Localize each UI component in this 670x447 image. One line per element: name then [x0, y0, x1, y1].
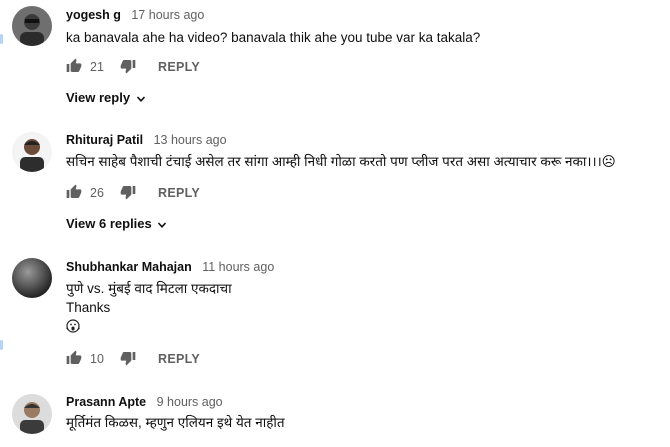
like-count: 21: [90, 60, 104, 74]
thumbs-up-icon[interactable]: [66, 184, 82, 200]
like-count: 26: [90, 186, 104, 200]
reply-button[interactable]: REPLY: [158, 60, 200, 74]
scroll-marker: [0, 34, 3, 44]
comment-text: ka banavala ahe ha video? banavala thik …: [66, 30, 481, 45]
comment-timestamp[interactable]: 13 hours ago: [154, 133, 227, 147]
comment-header: Rhituraj Patil 13 hours ago: [66, 133, 227, 147]
comment-author[interactable]: Shubhankar Mahajan: [66, 260, 192, 274]
view-replies-label: View reply: [66, 90, 131, 105]
comment-author[interactable]: Rhituraj Patil: [66, 133, 143, 147]
chevron-down-icon: [136, 96, 145, 102]
reply-button[interactable]: REPLY: [158, 352, 200, 366]
reply-button[interactable]: REPLY: [158, 186, 200, 200]
comment-author[interactable]: Prasann Apte: [66, 395, 146, 409]
comment-emoji-line: [66, 317, 80, 336]
comment-text: मूर्तिमंत किळस, म्हणुन एलियन इथे येत नाह…: [66, 415, 285, 430]
comment-text: पुणे vs. मुंबई वाद मिटला एकदाचा: [66, 281, 232, 296]
comment-timestamp[interactable]: 9 hours ago: [157, 395, 223, 409]
thumbs-down-icon[interactable]: [120, 184, 136, 200]
comment-header: Shubhankar Mahajan 11 hours ago: [66, 260, 274, 274]
view-replies-button[interactable]: View reply: [66, 90, 146, 105]
view-replies-label: View 6 replies: [66, 216, 152, 231]
avatar[interactable]: [12, 258, 52, 298]
avatar[interactable]: [12, 394, 52, 434]
comment-text: Thanks: [66, 300, 111, 315]
thumbs-up-icon[interactable]: [66, 350, 82, 366]
view-replies-button[interactable]: View 6 replies: [66, 216, 167, 231]
chevron-down-icon: [158, 222, 167, 228]
thumbs-down-icon[interactable]: [120, 58, 136, 74]
comment-timestamp[interactable]: 11 hours ago: [202, 260, 274, 274]
comment-header: Prasann Apte 9 hours ago: [66, 395, 223, 409]
avatar[interactable]: [12, 132, 52, 172]
comment-timestamp[interactable]: 17 hours ago: [131, 8, 204, 22]
thumbs-up-icon[interactable]: [66, 58, 82, 74]
avatar[interactable]: [12, 6, 52, 46]
scroll-marker: [0, 340, 3, 350]
screaming-face-emoji: [66, 319, 80, 333]
thumbs-down-icon[interactable]: [120, 350, 136, 366]
comment-header: yogesh g 17 hours ago: [66, 8, 204, 22]
comment-text: सचिन साहेब पैशाची टंचाई असेल तर सांगा आम…: [66, 154, 616, 169]
comment-author[interactable]: yogesh g: [66, 8, 121, 22]
like-count: 10: [90, 352, 104, 366]
